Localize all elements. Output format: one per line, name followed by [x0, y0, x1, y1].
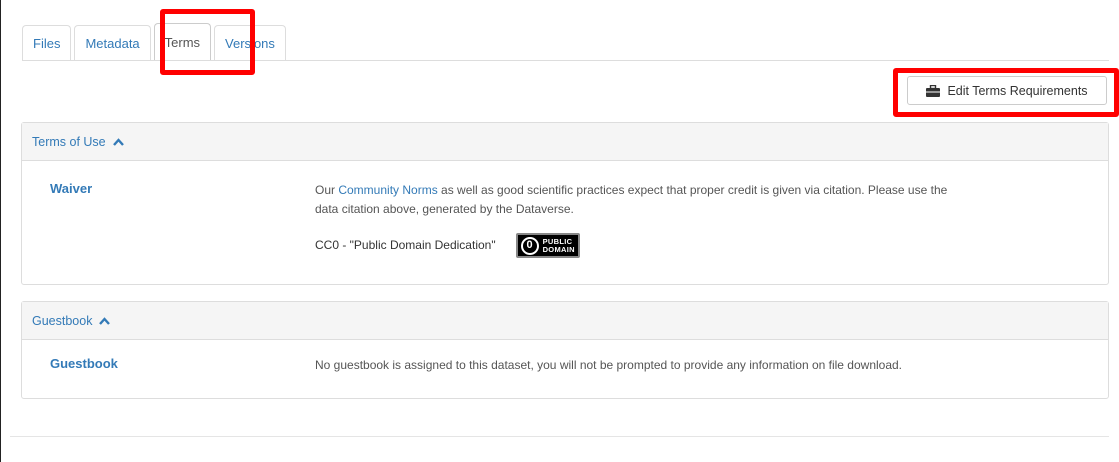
guestbook-label: Guestbook	[50, 356, 118, 371]
terms-of-use-title: Terms of Use	[32, 134, 106, 149]
guestbook-panel: Guestbook Guestbook No guestbook is assi…	[21, 301, 1109, 399]
cc-zero-icon: 0	[520, 236, 539, 255]
terms-tab-highlight	[160, 9, 255, 75]
edit-terms-requirements-button[interactable]: Edit Terms Requirements	[907, 76, 1107, 105]
guestbook-header[interactable]: Guestbook	[22, 302, 1108, 340]
waiver-label: Waiver	[50, 181, 93, 196]
tab-metadata[interactable]: Metadata	[74, 25, 151, 61]
waiver-text-suffix: as well as good scientific practices exp…	[437, 183, 948, 197]
briefcase-icon	[926, 84, 941, 97]
waiver-text-line2: data citation above, generated by the Da…	[315, 202, 574, 216]
community-norms-link[interactable]: Community Norms	[338, 183, 437, 197]
guestbook-description: No guestbook is assigned to this dataset…	[315, 358, 903, 372]
waiver-text-prefix: Our	[315, 183, 339, 197]
license-row: CC0 - "Public Domain Dedication" 0 PUBLI…	[315, 233, 580, 258]
bottom-divider	[10, 436, 1109, 437]
guestbook-title: Guestbook	[32, 313, 93, 328]
terms-of-use-header[interactable]: Terms of Use	[22, 123, 1108, 161]
chevron-up-icon	[99, 316, 111, 325]
waiver-description: Our Community Norms as well as good scie…	[315, 181, 947, 219]
public-domain-badge[interactable]: 0 PUBLIC DOMAIN	[515, 233, 580, 258]
tab-files[interactable]: Files	[22, 25, 72, 61]
public-domain-text: PUBLIC DOMAIN	[542, 236, 575, 254]
chevron-up-icon	[112, 137, 124, 146]
terms-of-use-panel: Terms of Use Waiver Our Community Norms …	[21, 122, 1109, 285]
edit-terms-label: Edit Terms Requirements	[947, 83, 1088, 98]
license-text: CC0 - "Public Domain Dedication"	[315, 238, 496, 252]
